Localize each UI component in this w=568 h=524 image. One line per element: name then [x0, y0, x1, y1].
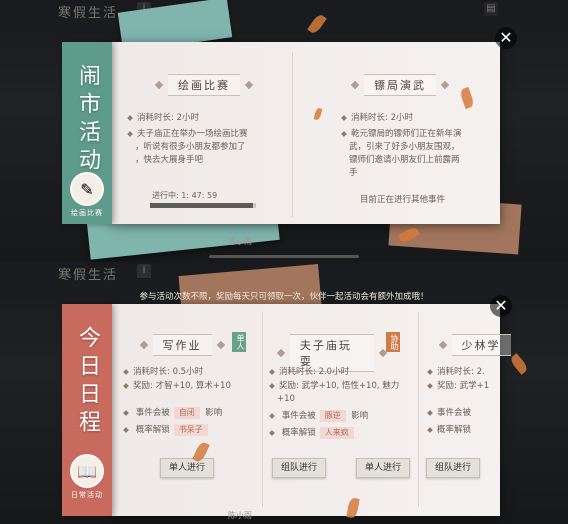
event-status: 目前正在进行其他事件: [360, 195, 446, 205]
progress-label: 进行中: 1: 47: 59: [152, 191, 218, 200]
badge-label: 日常活动: [71, 491, 103, 499]
activity-notice: 参与活动次数不限，奖励每天只可领取一次，伙伴一起活动会有额外加成哦！: [139, 292, 429, 302]
event-desc-line: ，快去大展身手吧: [135, 155, 204, 165]
player-name: 陈小雨: [228, 237, 252, 246]
event-unlock: 概率解锁 人来疯: [270, 427, 354, 440]
solo-start-button[interactable]: 单人进行: [160, 458, 215, 478]
tag-assist: 协助: [386, 332, 400, 352]
event-duration: 消耗时长: 2.: [428, 366, 485, 379]
progress-fill: [150, 203, 253, 208]
banner-title: 闹市活动: [75, 64, 100, 176]
event-desc-line: 夫子庙正在举办一场绘画比赛: [128, 128, 248, 141]
event-unlock: 概率解锁 书呆子: [124, 424, 208, 437]
event-title-painting: 绘画比赛: [118, 74, 290, 96]
event-reward: 奖励: 武学+1: [428, 380, 489, 393]
event-desc-line: ，听说有很多小朋友都参加了: [135, 142, 246, 152]
solo-start-button[interactable]: 单人进行: [356, 458, 411, 478]
event-reward: 奖励: 才智+10, 算术+10: [124, 380, 231, 393]
event-affect: 事件会被 豚逆 影响: [270, 410, 368, 423]
event-duration: 消耗时长: 2.0小时: [270, 366, 349, 379]
close-icon[interactable]: ✕: [495, 27, 517, 49]
tag-solo: 单人: [232, 332, 246, 352]
event-desc-line: 镖师们邀请小朋友们上前露两: [349, 155, 460, 165]
book-icon: 📖: [70, 454, 104, 488]
event-affect: 事件会被: [428, 407, 471, 420]
event-duration: 消耗时长: 2小时: [342, 112, 413, 125]
trait-chip: 豚逆: [319, 410, 346, 422]
event-duration: 消耗时长: 2小时: [128, 112, 199, 125]
trait-chip: 书呆子: [173, 424, 208, 436]
event-duration: 消耗时长: 0.5小时: [124, 366, 203, 379]
banner-title: 今日日程: [75, 326, 100, 438]
event-reward: 奖励: 武学+10, 悟性+10, 魅力: [270, 380, 399, 393]
event-reward-cont: +10: [277, 394, 295, 404]
event-affect: 事件会被 自闭 影响: [124, 407, 222, 420]
bottom-panel: 寒假生活 i 参与活动次数不限，奖励每天只可领取一次，伙伴一起活动会有额外加成哦…: [0, 262, 568, 524]
team-start-button[interactable]: 组队进行: [272, 458, 327, 478]
banner-schedule: 今日日程 📖 日常活动: [62, 304, 112, 516]
close-icon[interactable]: ✕: [490, 295, 512, 317]
team-start-button[interactable]: 组队进行: [426, 458, 481, 478]
player-name: 陈小雨: [228, 511, 252, 520]
trait-chip: 自闭: [173, 407, 200, 419]
scroll-indicator: [209, 255, 359, 258]
badge-label: 绘画比赛: [71, 209, 103, 217]
event-title-shaolin: 少林学: [432, 334, 512, 356]
event-desc-line: 乾元镖局的镖师们正在新年演: [342, 128, 462, 141]
event-desc-line: 武，引来了好多小朋友围观，: [349, 142, 460, 152]
event-unlock: 概率解锁: [428, 424, 471, 437]
event-desc-line: 手: [349, 168, 358, 178]
top-panel: 寒假生活 i ▤ 闹市活动 ✎ 绘画比赛 绘画比赛 消耗时长: 2小时 夫子庙正…: [0, 0, 568, 262]
trait-chip: 人来疯: [319, 427, 354, 439]
progress-bar: [150, 203, 256, 208]
event-title-homework: 写作业: [122, 334, 242, 356]
painting-icon: ✎: [70, 172, 104, 206]
banner-market: 闹市活动 ✎ 绘画比赛: [62, 42, 112, 224]
